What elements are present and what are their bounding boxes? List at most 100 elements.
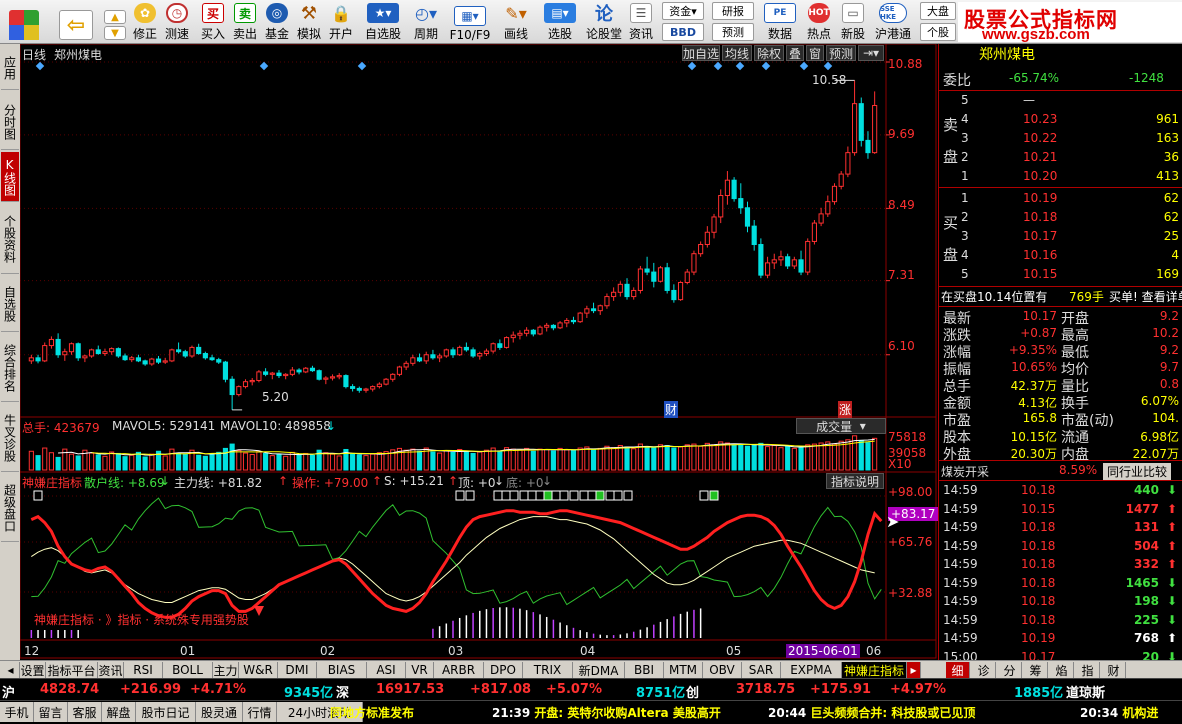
mini-tab-1[interactable]: 诊	[972, 662, 996, 678]
toolbar-sell-button[interactable]: 卖 卖出	[230, 2, 260, 42]
tab-13[interactable]: TRIX	[523, 662, 573, 678]
tab-scroll-left[interactable]: ◂	[2, 662, 20, 678]
left-tab-ranking[interactable]: 综合排名	[1, 334, 19, 402]
tab-9[interactable]: ASI	[367, 662, 406, 678]
status-button-4[interactable]: 股市日记	[136, 702, 196, 722]
toolbar-pick-button[interactable]: ▤▾ 选股	[540, 2, 580, 42]
sell-level-4[interactable]: 4 10.23 961	[939, 111, 1182, 129]
mini-tab-6[interactable]: 财	[1102, 662, 1126, 678]
mini-tab-0[interactable]: 细	[946, 662, 970, 678]
tab-scroll-right[interactable]: ▸	[907, 662, 921, 678]
mini-tab-3[interactable]: 筹	[1024, 662, 1048, 678]
toolbar-yuce-button[interactable]: 预测	[712, 23, 754, 41]
tab-11[interactable]: ARBR	[434, 662, 484, 678]
windows-button[interactable]	[4, 2, 44, 42]
mini-tab-2[interactable]: 分	[998, 662, 1022, 678]
left-tab-super-orderbook[interactable]: 超级盘口	[1, 474, 19, 542]
toolbar-fix-button[interactable]: ✿ 修正	[130, 2, 160, 42]
tab-8[interactable]: BIAS	[317, 662, 367, 678]
tab-3[interactable]: RSI	[124, 662, 163, 678]
left-tab-intraday[interactable]: 分时图	[1, 94, 19, 150]
status-button-6[interactable]: 行情	[243, 702, 277, 722]
sell-level-5[interactable]: 5—	[939, 92, 1182, 110]
toolbar-bbd-button[interactable]: BBD	[662, 23, 704, 41]
toolbar-fund-button[interactable]: ◎ 基金	[262, 2, 292, 42]
toolbar-f10-button[interactable]: ▦▾ F10/F9	[448, 2, 492, 42]
toolbar-draw-button[interactable]: ✎▾ 画线	[496, 2, 536, 42]
status-button-0[interactable]: 手机	[0, 702, 34, 722]
tab-6[interactable]: W&R	[239, 662, 278, 678]
big-order-alert[interactable]: 在买盘10.14位置有 769手 买单! 查看详单	[939, 287, 1182, 305]
mini-tab-5[interactable]: 指	[1076, 662, 1100, 678]
adjust-button[interactable]: 除权	[754, 45, 784, 61]
kline-chart-svg[interactable]	[20, 44, 938, 660]
left-tab-kline[interactable]: K线图	[1, 152, 19, 202]
sell-level-2[interactable]: 2 10.21 36	[939, 149, 1182, 167]
status-button-5[interactable]: 股灵通	[196, 702, 243, 722]
forecast-button[interactable]: 预测	[826, 45, 856, 61]
toolbar-forum-button[interactable]: 论 论股堂	[584, 2, 624, 42]
news-item[interactable]: 21:39 开盘: 英特尔收购Altera 美股高开	[492, 704, 721, 721]
status-button-1[interactable]: 留言	[34, 702, 68, 722]
tab-15[interactable]: BBI	[625, 662, 664, 678]
buy-level-1[interactable]: 1 10.19 62	[939, 190, 1182, 208]
left-tab-profile[interactable]: 个股资料	[1, 204, 19, 274]
news-item[interactable]: 20:44 巨头频频合并: 科技股或已见顶	[768, 704, 975, 721]
status-button-2[interactable]: 客服	[68, 702, 102, 722]
tab-0[interactable]: 设置	[20, 662, 46, 678]
tab-1[interactable]: 指标平台	[46, 662, 98, 678]
toolbar-dapan-button[interactable]: 大盘	[920, 2, 956, 20]
toolbar-speed-button[interactable]: ◷ 测速	[162, 2, 192, 42]
tab-19[interactable]: EXPMA	[781, 662, 842, 678]
window-button[interactable]: 窗	[806, 45, 824, 61]
news-item[interactable]: 20:34 机构进	[1080, 704, 1158, 721]
back-button[interactable]: ⇦	[56, 2, 96, 42]
sell-level-3[interactable]: 3 10.22 163	[939, 130, 1182, 148]
tab-17[interactable]: OBV	[703, 662, 742, 678]
sell-level-1[interactable]: 1 10.20 413	[939, 168, 1182, 186]
tab-20[interactable]: 神嫌庄指标	[842, 662, 907, 678]
toolbar-yanbao-button[interactable]: 研报	[712, 2, 754, 20]
toolbar-hk-connect-button[interactable]: SSE HKE 沪港通	[872, 2, 914, 42]
left-tab-apps[interactable]: 应用	[1, 46, 19, 90]
toolbar-zijin-button[interactable]: 资金 ▾	[662, 2, 704, 20]
toolbar-news-button[interactable]: ☰ 资讯	[626, 2, 656, 42]
toolbar-sim-button[interactable]: ⚒ 模拟	[294, 2, 324, 42]
indicator-help-button[interactable]: 指标说明	[826, 473, 884, 489]
finance-marker[interactable]: 财	[664, 401, 679, 418]
tab-16[interactable]: MTM	[664, 662, 703, 678]
kline-chart-area[interactable]: 日线 郑州煤电 加自选 均线 除权 叠 窗 预测 ⇥▾ 10.88 9.69 8…	[20, 44, 939, 660]
toolbar-ipo-button[interactable]: ▭ 新股	[838, 2, 868, 42]
tab-10[interactable]: VR	[406, 662, 434, 678]
toolbar-watchlist-button[interactable]: ★▾ 自选股	[362, 2, 404, 42]
ma-button[interactable]: 均线	[722, 45, 752, 61]
sector-row[interactable]: 煤炭开采 8.59% 同行业比较	[939, 462, 1182, 480]
mini-tab-4[interactable]: 焰	[1050, 662, 1074, 678]
sector-compare-button[interactable]: 同行业比较	[1103, 463, 1172, 480]
toolbar-buy-button[interactable]: 买 买入	[198, 2, 228, 42]
toolbar-gegu-button[interactable]: 个股	[920, 23, 956, 41]
toolbar-period-button[interactable]: ◴▾ 周期	[408, 2, 444, 42]
toolbar-open-account-button[interactable]: 🔒 开户	[326, 2, 356, 42]
queue-action[interactable]: 买单! 查看详单	[1109, 288, 1182, 305]
tab-7[interactable]: DMI	[278, 662, 317, 678]
tab-12[interactable]: DPO	[484, 662, 523, 678]
tab-14[interactable]: 新DMA	[573, 662, 625, 678]
left-tab-watchlist[interactable]: 自选股	[1, 276, 19, 332]
toolbar-data-button[interactable]: PE 数据	[760, 2, 800, 42]
tab-2[interactable]: 资讯	[98, 662, 124, 678]
up-down-button[interactable]: ▲ ▼	[100, 2, 130, 42]
news-item[interactable]: 同地方标准发布	[330, 704, 414, 721]
add-watchlist-button[interactable]: 加自选	[682, 45, 720, 61]
left-tab-diagnosis[interactable]: 牛叉诊股	[1, 404, 19, 472]
tab-4[interactable]: BOLL	[163, 662, 213, 678]
limit-up-marker[interactable]: 涨	[838, 401, 853, 418]
toolbar-hot-button[interactable]: HOT 热点	[804, 2, 834, 42]
buy-level-2[interactable]: 2 10.18 62	[939, 209, 1182, 227]
tab-18[interactable]: SAR	[742, 662, 781, 678]
overlay-button[interactable]: 叠	[786, 45, 804, 61]
buy-level-3[interactable]: 3 10.17 25	[939, 228, 1182, 246]
buy-level-5[interactable]: 5 10.15 169	[939, 266, 1182, 284]
buy-level-4[interactable]: 4 10.16 4	[939, 247, 1182, 265]
tab-5[interactable]: 主力	[213, 662, 239, 678]
